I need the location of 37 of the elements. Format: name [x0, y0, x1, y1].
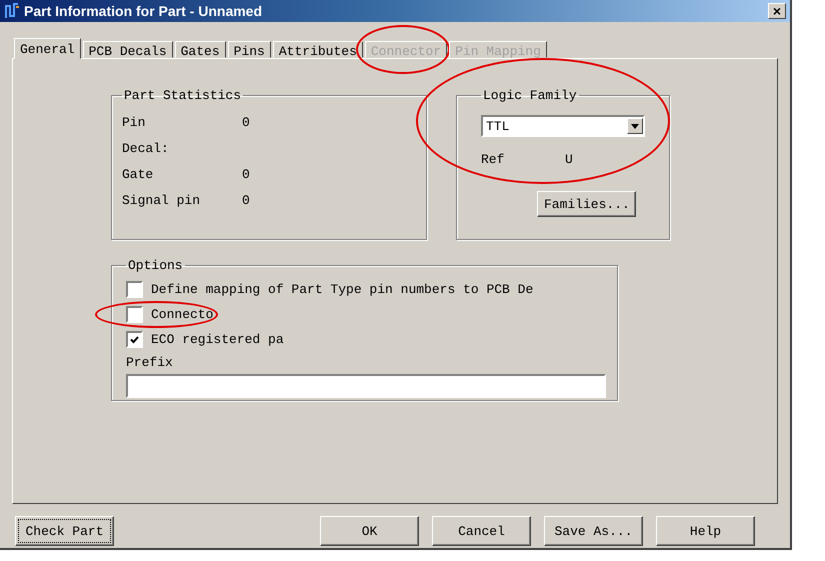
- group-title: Part Statistics: [123, 88, 242, 103]
- stat-label: Decal:: [122, 141, 170, 158]
- checkbox[interactable]: [126, 331, 143, 348]
- tab[interactable]: Gates: [174, 41, 226, 58]
- checkbox-label: Define mapping of Part Type pin numbers to PCB De: [151, 282, 534, 297]
- app-icon: [4, 3, 20, 19]
- family-dropdown[interactable]: TTL: [481, 115, 645, 137]
- tab[interactable]: PCB Decals: [82, 41, 173, 58]
- dialog-button[interactable]: OK: [320, 516, 419, 546]
- dialog-button[interactable]: Save As...: [544, 516, 643, 546]
- ref-label: Ref: [481, 152, 506, 167]
- dialog-button[interactable]: Cancel: [432, 516, 531, 546]
- stat-value: 0: [242, 167, 251, 184]
- group-title: Options: [127, 258, 184, 273]
- tab[interactable]: General: [14, 38, 81, 59]
- stat-label: Gate: [122, 167, 154, 184]
- prefix-field[interactable]: [126, 374, 606, 398]
- close-button[interactable]: ×: [768, 3, 786, 19]
- stat-label: Signal pin: [122, 193, 202, 210]
- stat-value: 0: [242, 115, 251, 132]
- dropdown-arrow-icon: [631, 124, 639, 128]
- window-title: Part Information for Part - Unnamed: [24, 3, 264, 19]
- ref-value: U: [565, 152, 573, 167]
- check-part-button[interactable]: Check Part: [15, 516, 114, 546]
- tab[interactable]: Pins: [228, 41, 271, 58]
- checkbox[interactable]: [126, 281, 143, 298]
- tab[interactable]: Attributes: [272, 41, 363, 58]
- field-label: Prefix: [126, 355, 173, 370]
- dialog-button[interactable]: Help: [656, 516, 755, 546]
- checkbox[interactable]: [126, 306, 143, 323]
- stat-value: 0: [242, 193, 251, 210]
- families-button[interactable]: Families...: [537, 191, 636, 217]
- checkbox-label: ECO registered pa: [151, 332, 284, 347]
- stat-label: Pin: [122, 115, 146, 132]
- checkbox-label: Connecto: [151, 307, 214, 322]
- check-icon: [130, 336, 139, 344]
- group-title: Logic Family: [482, 88, 578, 103]
